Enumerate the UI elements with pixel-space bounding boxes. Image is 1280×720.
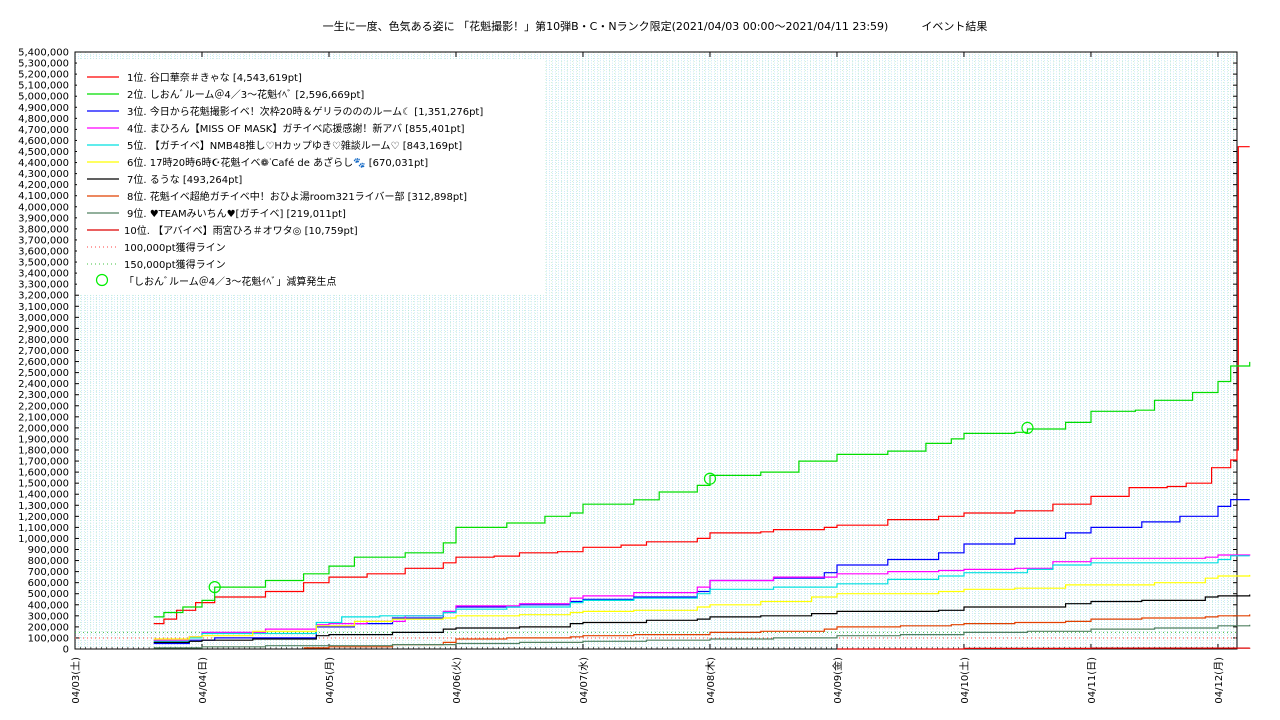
y-tick-label: 4,800,000 [18, 114, 69, 125]
y-tick-label: 4,300,000 [18, 169, 69, 180]
y-tick-label: 2,400,000 [18, 379, 69, 390]
legend-label-2: 2位. しおんﾞルーム＠4／3〜花魁ｲﾍﾞ [2,596,669pt] [127, 88, 364, 101]
y-tick-label: 5,000,000 [18, 92, 69, 103]
y-tick-label: 3,900,000 [18, 213, 69, 224]
legend-label-1: 1位. 谷口華奈＃きゃな [4,543,619pt] [127, 71, 302, 84]
x-tick-label: 04/06(火) [451, 657, 463, 704]
x-tick-label: 04/12(月) [1213, 657, 1225, 704]
legend-label-7: 7位. るうな [493,264pt] [127, 173, 242, 186]
y-tick-label: 4,900,000 [18, 103, 69, 114]
series-line-5 [153, 555, 1250, 642]
legend-ref-label-2: 150,000pt獲得ライン [124, 258, 226, 271]
y-tick-label: 800,000 [28, 556, 69, 567]
y-tick-label: 3,300,000 [18, 280, 69, 291]
y-tick-label: 200,000 [28, 622, 69, 633]
y-tick-label: 5,400,000 [18, 48, 69, 59]
y-tick-label: 2,500,000 [18, 368, 69, 379]
y-tick-label: 2,600,000 [18, 357, 69, 368]
y-tick-label: 5,300,000 [18, 59, 69, 70]
y-tick-label: 3,700,000 [18, 235, 69, 246]
y-tick-label: 1,900,000 [18, 434, 69, 445]
legend-label-6: 6位. 17時20時6時☪花魁イベ❁ᐝCafé de あざらし🐾 [670,03… [127, 156, 428, 169]
y-tick-label: 700,000 [28, 567, 69, 578]
x-tick-label: 04/07(水) [578, 657, 590, 704]
y-tick-label: 5,200,000 [18, 70, 69, 81]
y-tick-label: 4,000,000 [18, 202, 69, 213]
y-tick-label: 3,600,000 [18, 247, 69, 258]
y-tick-label: 2,000,000 [18, 423, 69, 434]
legend-label-4: 4位. まひろん【MISS OF MASK】ガチイベ応援感謝！新アバ [855,… [127, 122, 465, 135]
legend-label-8: 8位. 花魁イベ超絶ガチイベ中！おひよ湯room321ライバー部 [312,89… [127, 190, 467, 203]
y-tick-label: 5,100,000 [18, 81, 69, 92]
y-tick-label: 3,100,000 [18, 302, 69, 313]
y-tick-label: 900,000 [28, 545, 69, 556]
x-tick-label: 04/04(日) [198, 657, 209, 704]
y-tick-label: 2,900,000 [18, 324, 69, 335]
series-line-2 [153, 361, 1251, 618]
y-tick-label: 1,800,000 [18, 446, 69, 457]
y-tick-label: 2,300,000 [18, 390, 69, 401]
x-tick-label: 04/05(月) [324, 657, 336, 704]
x-tick-label: 04/03(土) [69, 657, 82, 704]
y-tick-label: 4,600,000 [18, 136, 69, 147]
x-tick-label: 04/09(金) [831, 657, 844, 704]
legend-label-10: 10位. 【アバイベ】雨宮ひろ＃オワタ◎ [10,759pt] [124, 224, 358, 237]
x-tick-label: 04/11(日) [1087, 657, 1098, 704]
y-tick-label: 2,100,000 [18, 412, 69, 423]
y-tick-label: 4,100,000 [18, 191, 69, 202]
legend-label-9: 9位. ♥TEAMみいちん♥[ガチイベ] [219,011pt] [127, 207, 346, 220]
y-tick-label: 100,000 [28, 633, 69, 644]
x-tick-label: 04/10(土) [958, 657, 971, 704]
y-tick-label: 1,000,000 [18, 534, 69, 545]
legend-marker-label: 「しおんﾞルーム＠4／3〜花魁ｲﾍﾞ」減算発生点 [124, 275, 336, 288]
y-tick-label: 2,800,000 [18, 335, 69, 346]
y-tick-label: 4,200,000 [18, 180, 69, 191]
y-tick-label: 300,000 [28, 611, 69, 622]
y-tick-label: 400,000 [28, 600, 69, 611]
legend-label-3: 3位. 今日から花魁撮影イベ！次枠20時＆ゲリラのののルーム☾ [1,351,2… [127, 105, 483, 118]
x-tick-label: 04/08(木) [705, 657, 717, 704]
y-tick-label: 1,600,000 [18, 468, 69, 479]
y-tick-label: 600,000 [28, 578, 69, 589]
y-tick-label: 4,400,000 [18, 158, 69, 169]
y-tick-label: 2,200,000 [18, 401, 69, 412]
y-tick-label: 500,000 [28, 589, 69, 600]
series-line-7 [153, 594, 1251, 643]
y-tick-label: 3,000,000 [18, 313, 69, 324]
y-tick-label: 2,700,000 [18, 346, 69, 357]
y-tick-label: 1,400,000 [18, 490, 69, 501]
legend-label-5: 5位. 【ガチイベ】NMB48推し♡Hカップゆき♡雑談ルーム♡ [843,169… [127, 139, 462, 152]
y-tick-label: 1,700,000 [18, 457, 69, 468]
legend: 1位. 谷口華奈＃きゃな [4,543,619pt] 2位. しおんﾞルーム＠4／… [77, 60, 544, 294]
y-tick-label: 3,400,000 [18, 269, 69, 280]
y-tick-label: 4,500,000 [18, 147, 69, 158]
y-tick-label: 3,500,000 [18, 258, 69, 269]
y-tick-label: 3,200,000 [18, 291, 69, 302]
y-tick-label: 1,300,000 [18, 501, 69, 512]
y-tick-label: 1,200,000 [18, 512, 69, 523]
y-tick-label: 3,800,000 [18, 224, 69, 235]
ranking-chart: 一生に一度、色気ある姿に 「花魁撮影！」第10弾B・C・Nランク限定(2021/… [18, 19, 1251, 704]
y-tick-label: 1,100,000 [18, 523, 69, 534]
y-tick-label: 0 [63, 645, 69, 656]
y-tick-label: 4,700,000 [18, 125, 69, 136]
legend-ref-label-1: 100,000pt獲得ライン [124, 241, 226, 254]
chart-title: 一生に一度、色気ある姿に 「花魁撮影！」第10弾B・C・Nランク限定(2021/… [323, 19, 988, 33]
y-tick-label: 1,500,000 [18, 479, 69, 490]
